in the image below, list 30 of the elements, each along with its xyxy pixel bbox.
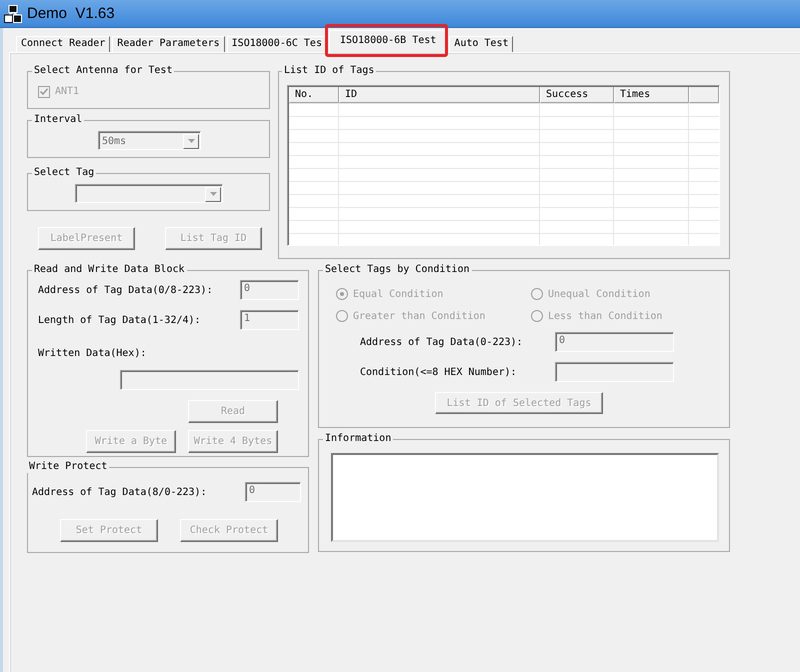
tag-list[interactable]: No. ID Success Times [287, 85, 720, 246]
group-title: Write Protect [28, 461, 108, 473]
group-title: List ID of Tags [283, 65, 376, 77]
column-header[interactable]: ID [339, 87, 540, 103]
cubes-icon [4, 4, 22, 22]
group-title: Select Tag [33, 167, 96, 179]
group-title: Interval [33, 114, 84, 126]
group-title: Information [324, 433, 392, 445]
field-label: Address of Tag Data(0-223): [360, 336, 523, 348]
tab[interactable]: Auto Test [449, 36, 514, 52]
tab[interactable]: ISO18000-6B Test [328, 30, 448, 53]
group-title: Select Tags by Condition [324, 264, 470, 276]
field-label: Address of Tag Data(0/8-223): [38, 284, 213, 296]
caret-icon [188, 139, 194, 143]
column-header[interactable]: No. [289, 87, 339, 103]
group-title: Select Antenna for Test [33, 65, 174, 77]
column-header[interactable]: Times [614, 87, 689, 103]
field-label: Written Data(Hex): [37, 348, 146, 360]
column-header[interactable]: Success [540, 87, 614, 103]
group-title: Read and Write Data Block [33, 264, 186, 276]
caret-icon [210, 192, 216, 196]
field-label: Condition(<=8 HEX Number): [360, 366, 517, 378]
tab[interactable]: ISO18000-6C Tes [226, 36, 327, 52]
tab[interactable]: Connect Reader [16, 36, 110, 52]
info-text-area[interactable] [331, 453, 719, 542]
tab[interactable]: Reader Parameters [112, 36, 225, 52]
check-icon [40, 88, 48, 95]
window-title: Demo V1.63 [27, 5, 115, 22]
field-label: Length of Tag Data(1-32/4): [38, 314, 201, 326]
field-label: Address of Tag Data(8/0-223): [32, 486, 207, 498]
